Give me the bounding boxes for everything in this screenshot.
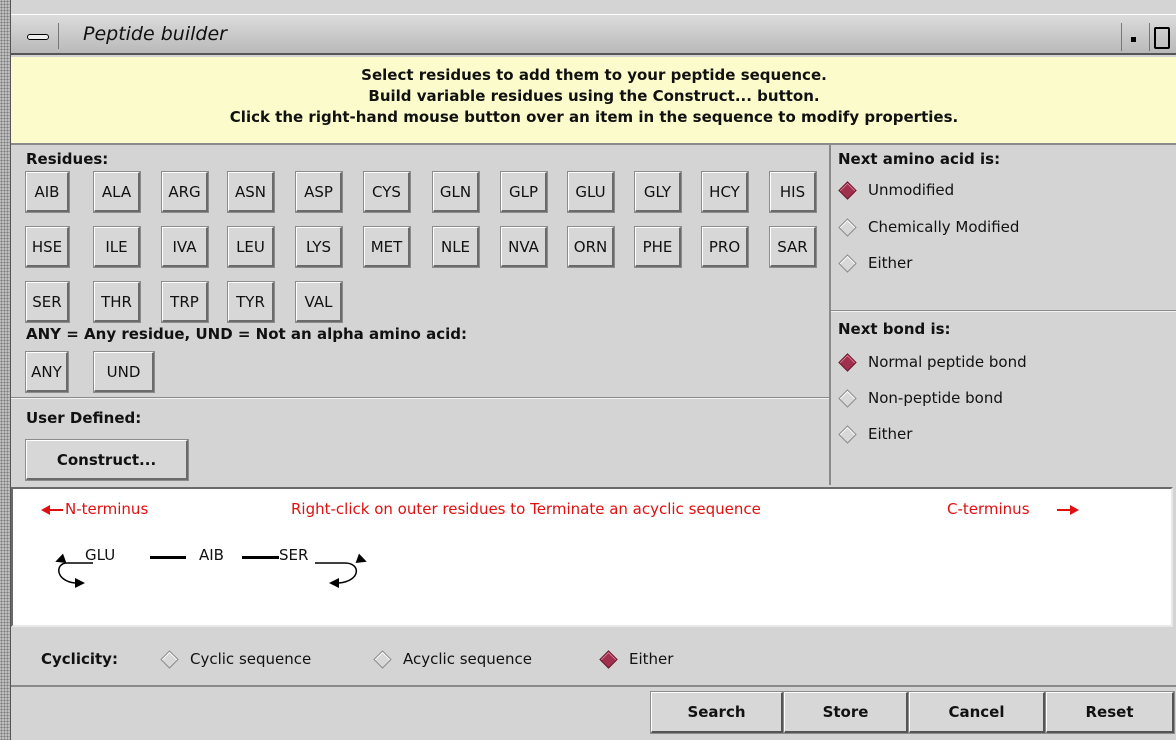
residue-button-asp[interactable]: ASP: [296, 172, 342, 212]
residue-button-ala[interactable]: ALA: [94, 172, 140, 212]
instruction-line-1: Select residues to add them to your pept…: [361, 66, 827, 84]
instruction-line-3: Click the right-hand mouse button over a…: [229, 108, 959, 126]
radio-chemically-modified[interactable]: Chemically Modified: [838, 217, 1019, 237]
cancel-button[interactable]: Cancel: [909, 692, 1045, 733]
residue-button-und[interactable]: UND: [94, 352, 154, 392]
residue-button-iva[interactable]: IVA: [162, 227, 208, 267]
residue-button-nle[interactable]: NLE: [433, 227, 479, 267]
radio-selected-icon: [838, 180, 857, 200]
radio-unselected-icon: [838, 388, 857, 408]
residue-button-ser[interactable]: SER: [26, 282, 69, 322]
radio-selected-icon: [599, 649, 618, 669]
residue-button-tyr[interactable]: TYR: [228, 282, 274, 322]
construct-button[interactable]: Construct...: [26, 440, 188, 480]
arrow-right-icon: [1057, 505, 1079, 515]
sequence-residue-glu[interactable]: GLU: [85, 546, 115, 564]
residue-button-hse[interactable]: HSE: [26, 227, 69, 267]
window-menu-button[interactable]: [19, 23, 59, 49]
residue-button-his[interactable]: HIS: [770, 172, 816, 212]
special-residues-header: ANY = Any residue, UND = Not an alpha am…: [26, 325, 467, 343]
n-terminus-label: N-terminus: [65, 500, 149, 518]
radio-unselected-icon: [838, 253, 857, 273]
radio-unselected-icon: [838, 424, 857, 444]
residue-button-gly[interactable]: GLY: [635, 172, 681, 212]
radio-cyclic-sequence[interactable]: Cyclic sequence: [160, 649, 311, 669]
radio-amino-either[interactable]: Either: [838, 253, 912, 273]
divider: [831, 310, 1176, 312]
instruction-line-2: Build variable residues using the Constr…: [368, 87, 820, 105]
residue-button-glp[interactable]: GLP: [501, 172, 547, 212]
residue-button-trp[interactable]: TRP: [162, 282, 208, 322]
residue-button-nva[interactable]: NVA: [501, 227, 547, 267]
maximize-icon: [1154, 27, 1170, 49]
instructions-box: Select residues to add them to your pept…: [11, 57, 1176, 145]
window-title: Peptide builder: [83, 23, 227, 45]
terminate-hint: Right-click on outer residues to Termina…: [291, 500, 761, 518]
panel-divider: [829, 145, 831, 485]
sequence-residue-ser[interactable]: SER: [279, 546, 308, 564]
peptide-bond-line: [242, 556, 279, 559]
residue-button-aib[interactable]: AIB: [26, 172, 69, 212]
sequence-residue-aib[interactable]: AIB: [199, 546, 224, 564]
radio-selected-icon: [838, 352, 857, 372]
residue-button-glu[interactable]: GLU: [568, 172, 614, 212]
residue-button-leu[interactable]: LEU: [228, 227, 274, 267]
radio-non-peptide-bond[interactable]: Non-peptide bond: [838, 388, 1003, 408]
search-button[interactable]: Search: [651, 692, 783, 733]
menu-bar-icon: [27, 34, 49, 40]
radio-unmodified[interactable]: Unmodified: [838, 180, 954, 200]
residue-button-gln[interactable]: GLN: [433, 172, 479, 212]
radio-normal-peptide-bond[interactable]: Normal peptide bond: [838, 352, 1027, 372]
sequence-panel[interactable]: N-terminus Right-click on outer residues…: [11, 487, 1173, 627]
peptide-bond-line: [150, 556, 186, 559]
store-button[interactable]: Store: [784, 692, 908, 733]
next-bond-header: Next bond is:: [838, 320, 951, 338]
next-amino-acid-header: Next amino acid is:: [838, 150, 1001, 168]
radio-cyclicity-either[interactable]: Either: [599, 649, 673, 669]
radio-unselected-icon: [373, 649, 392, 669]
residue-button-phe[interactable]: PHE: [635, 227, 681, 267]
residue-button-asn[interactable]: ASN: [228, 172, 274, 212]
c-terminal-loop-arrow-icon: [315, 553, 367, 588]
residue-button-any[interactable]: ANY: [26, 352, 68, 392]
residue-button-orn[interactable]: ORN: [568, 227, 614, 267]
radio-acyclic-sequence[interactable]: Acyclic sequence: [373, 649, 532, 669]
residue-button-met[interactable]: MET: [364, 227, 410, 267]
user-defined-header: User Defined:: [26, 409, 142, 427]
residue-button-lys[interactable]: LYS: [296, 227, 342, 267]
residue-button-sar[interactable]: SAR: [770, 227, 816, 267]
residue-button-hcy[interactable]: HCY: [702, 172, 748, 212]
c-terminus-label: C-terminus: [947, 500, 1030, 518]
divider: [11, 397, 829, 399]
residue-button-ile[interactable]: ILE: [94, 227, 140, 267]
residue-button-pro[interactable]: PRO: [702, 227, 748, 267]
reset-button[interactable]: Reset: [1046, 692, 1174, 733]
title-bar[interactable]: Peptide builder: [11, 14, 1176, 55]
residue-button-val[interactable]: VAL: [296, 282, 342, 322]
residue-button-arg[interactable]: ARG: [162, 172, 208, 212]
radio-unselected-icon: [838, 217, 857, 237]
residues-header: Residues:: [26, 150, 109, 168]
minimize-icon: [1131, 37, 1136, 42]
radio-unselected-icon: [160, 649, 179, 669]
cyclicity-label: Cyclicity:: [41, 650, 118, 668]
residue-button-cys[interactable]: CYS: [364, 172, 410, 212]
radio-bond-either[interactable]: Either: [838, 424, 912, 444]
minimize-button[interactable]: [1121, 23, 1147, 51]
residue-button-thr[interactable]: THR: [94, 282, 140, 322]
maximize-button[interactable]: [1149, 23, 1173, 51]
peptide-builder-window: Peptide builder Select residues to add t…: [10, 0, 1176, 740]
